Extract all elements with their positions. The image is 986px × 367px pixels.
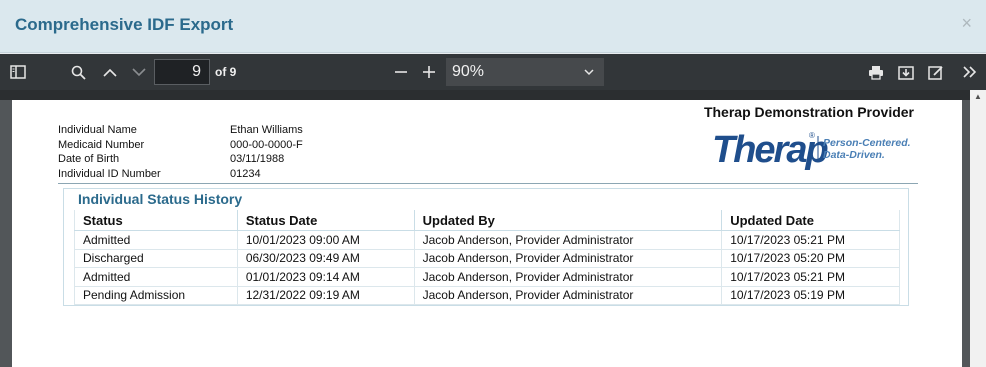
sidebar-toggle-icon[interactable] [6, 54, 30, 90]
zoom-select[interactable]: 90% [446, 58, 604, 86]
column-header: Updated Date [721, 210, 900, 231]
column-header: Status [74, 210, 238, 231]
info-label: Medicaid Number [58, 138, 145, 151]
column-header: Updated By [413, 210, 722, 231]
pdf-page: Therap Demonstration Provider Therap ® P… [12, 100, 962, 367]
table-cell: 10/17/2023 05:20 PM [721, 248, 900, 268]
table-cell: 12/31/2022 09:19 AM [236, 285, 415, 305]
header-divider [58, 183, 918, 184]
status-history-table: Status Status Date Updated By Updated Da… [74, 210, 900, 305]
zoom-out-icon[interactable] [390, 54, 412, 90]
table-row: Pending Admission 12/31/2022 09:19 AM Ja… [74, 285, 900, 305]
svg-text:®: ® [809, 131, 815, 140]
info-row: Date of Birth 03/11/1988 [58, 153, 303, 168]
therap-logo: Therap ® Person-Centered. Data-Driven. [712, 129, 911, 171]
viewer-edge [0, 90, 970, 100]
dialog-title: Comprehensive IDF Export [15, 15, 234, 34]
print-icon[interactable] [866, 54, 886, 90]
info-value: 000-00-0000-F [230, 138, 303, 151]
scrollbar[interactable]: ▲ [970, 90, 986, 367]
chevron-down-icon[interactable] [127, 54, 151, 90]
info-value: 01234 [230, 167, 261, 180]
close-button[interactable]: × [961, 13, 972, 34]
page-number-input[interactable]: 9 [154, 59, 210, 85]
info-value: Ethan Williams [230, 124, 303, 136]
info-row: Medicaid Number 000-00-0000-F [58, 139, 303, 154]
table-cell: 06/30/2023 09:49 AM [236, 248, 415, 268]
page-count: of 9 [215, 65, 237, 79]
table-cell: 10/01/2023 09:00 AM [236, 230, 415, 249]
table-cell: Jacob Anderson, Provider Administrator [413, 267, 722, 286]
table-cell: Jacob Anderson, Provider Administrator [413, 285, 722, 305]
chevron-down-icon [584, 58, 594, 87]
table-row: Discharged 06/30/2023 09:49 AM Jacob And… [74, 248, 900, 268]
table-row: Admitted 01/01/2023 09:14 AM Jacob Ander… [74, 267, 900, 286]
table-row: Admitted 10/01/2023 09:00 AM Jacob Ander… [74, 230, 900, 249]
table-header-row: Status Status Date Updated By Updated Da… [74, 210, 900, 231]
table-cell: Jacob Anderson, Provider Administrator [413, 248, 722, 268]
column-header: Status Date [236, 210, 415, 231]
logo-tagline-2: Data-Driven. [823, 149, 885, 161]
provider-name: Therap Demonstration Provider [703, 104, 914, 120]
download-icon[interactable] [896, 54, 916, 90]
annotate-icon[interactable] [926, 54, 946, 90]
info-label: Individual Name [58, 124, 137, 136]
dialog-header: Comprehensive IDF Export × [0, 0, 986, 53]
info-row: Individual ID Number 01234 [58, 168, 303, 183]
chevron-up-icon[interactable] [98, 54, 122, 90]
table-cell: 10/17/2023 05:21 PM [721, 267, 900, 286]
zoom-value: 90% [452, 63, 485, 80]
table-cell: Discharged [74, 248, 238, 268]
individual-info: Individual Name Ethan Williams Medicaid … [58, 124, 303, 182]
section-title: Individual Status History [78, 191, 243, 207]
logo-tagline-1: Person-Centered. [823, 137, 911, 149]
table-cell: Admitted [74, 230, 238, 249]
table-cell: Admitted [74, 267, 238, 286]
status-history-section: Individual Status History Status Status … [63, 188, 909, 306]
pdf-toolbar: 9 of 9 90% [0, 54, 986, 90]
info-label: Individual ID Number [58, 167, 161, 180]
info-value: 03/11/1988 [230, 153, 285, 165]
pdf-viewer[interactable]: ▲ Therap Demonstration Provider Therap ®… [0, 90, 986, 367]
search-icon[interactable] [66, 54, 90, 90]
table-cell: 10/17/2023 05:19 PM [721, 285, 900, 305]
info-row: Individual Name Ethan Williams [58, 124, 303, 139]
scroll-up-icon[interactable]: ▲ [974, 92, 982, 101]
more-tools-icon[interactable] [960, 54, 980, 90]
table-cell: Pending Admission [74, 285, 238, 305]
table-cell: 01/01/2023 09:14 AM [236, 267, 415, 286]
table-cell: Jacob Anderson, Provider Administrator [413, 230, 722, 249]
table-cell: 10/17/2023 05:21 PM [721, 230, 900, 249]
info-label: Date of Birth [58, 153, 120, 165]
zoom-in-icon[interactable] [418, 54, 440, 90]
